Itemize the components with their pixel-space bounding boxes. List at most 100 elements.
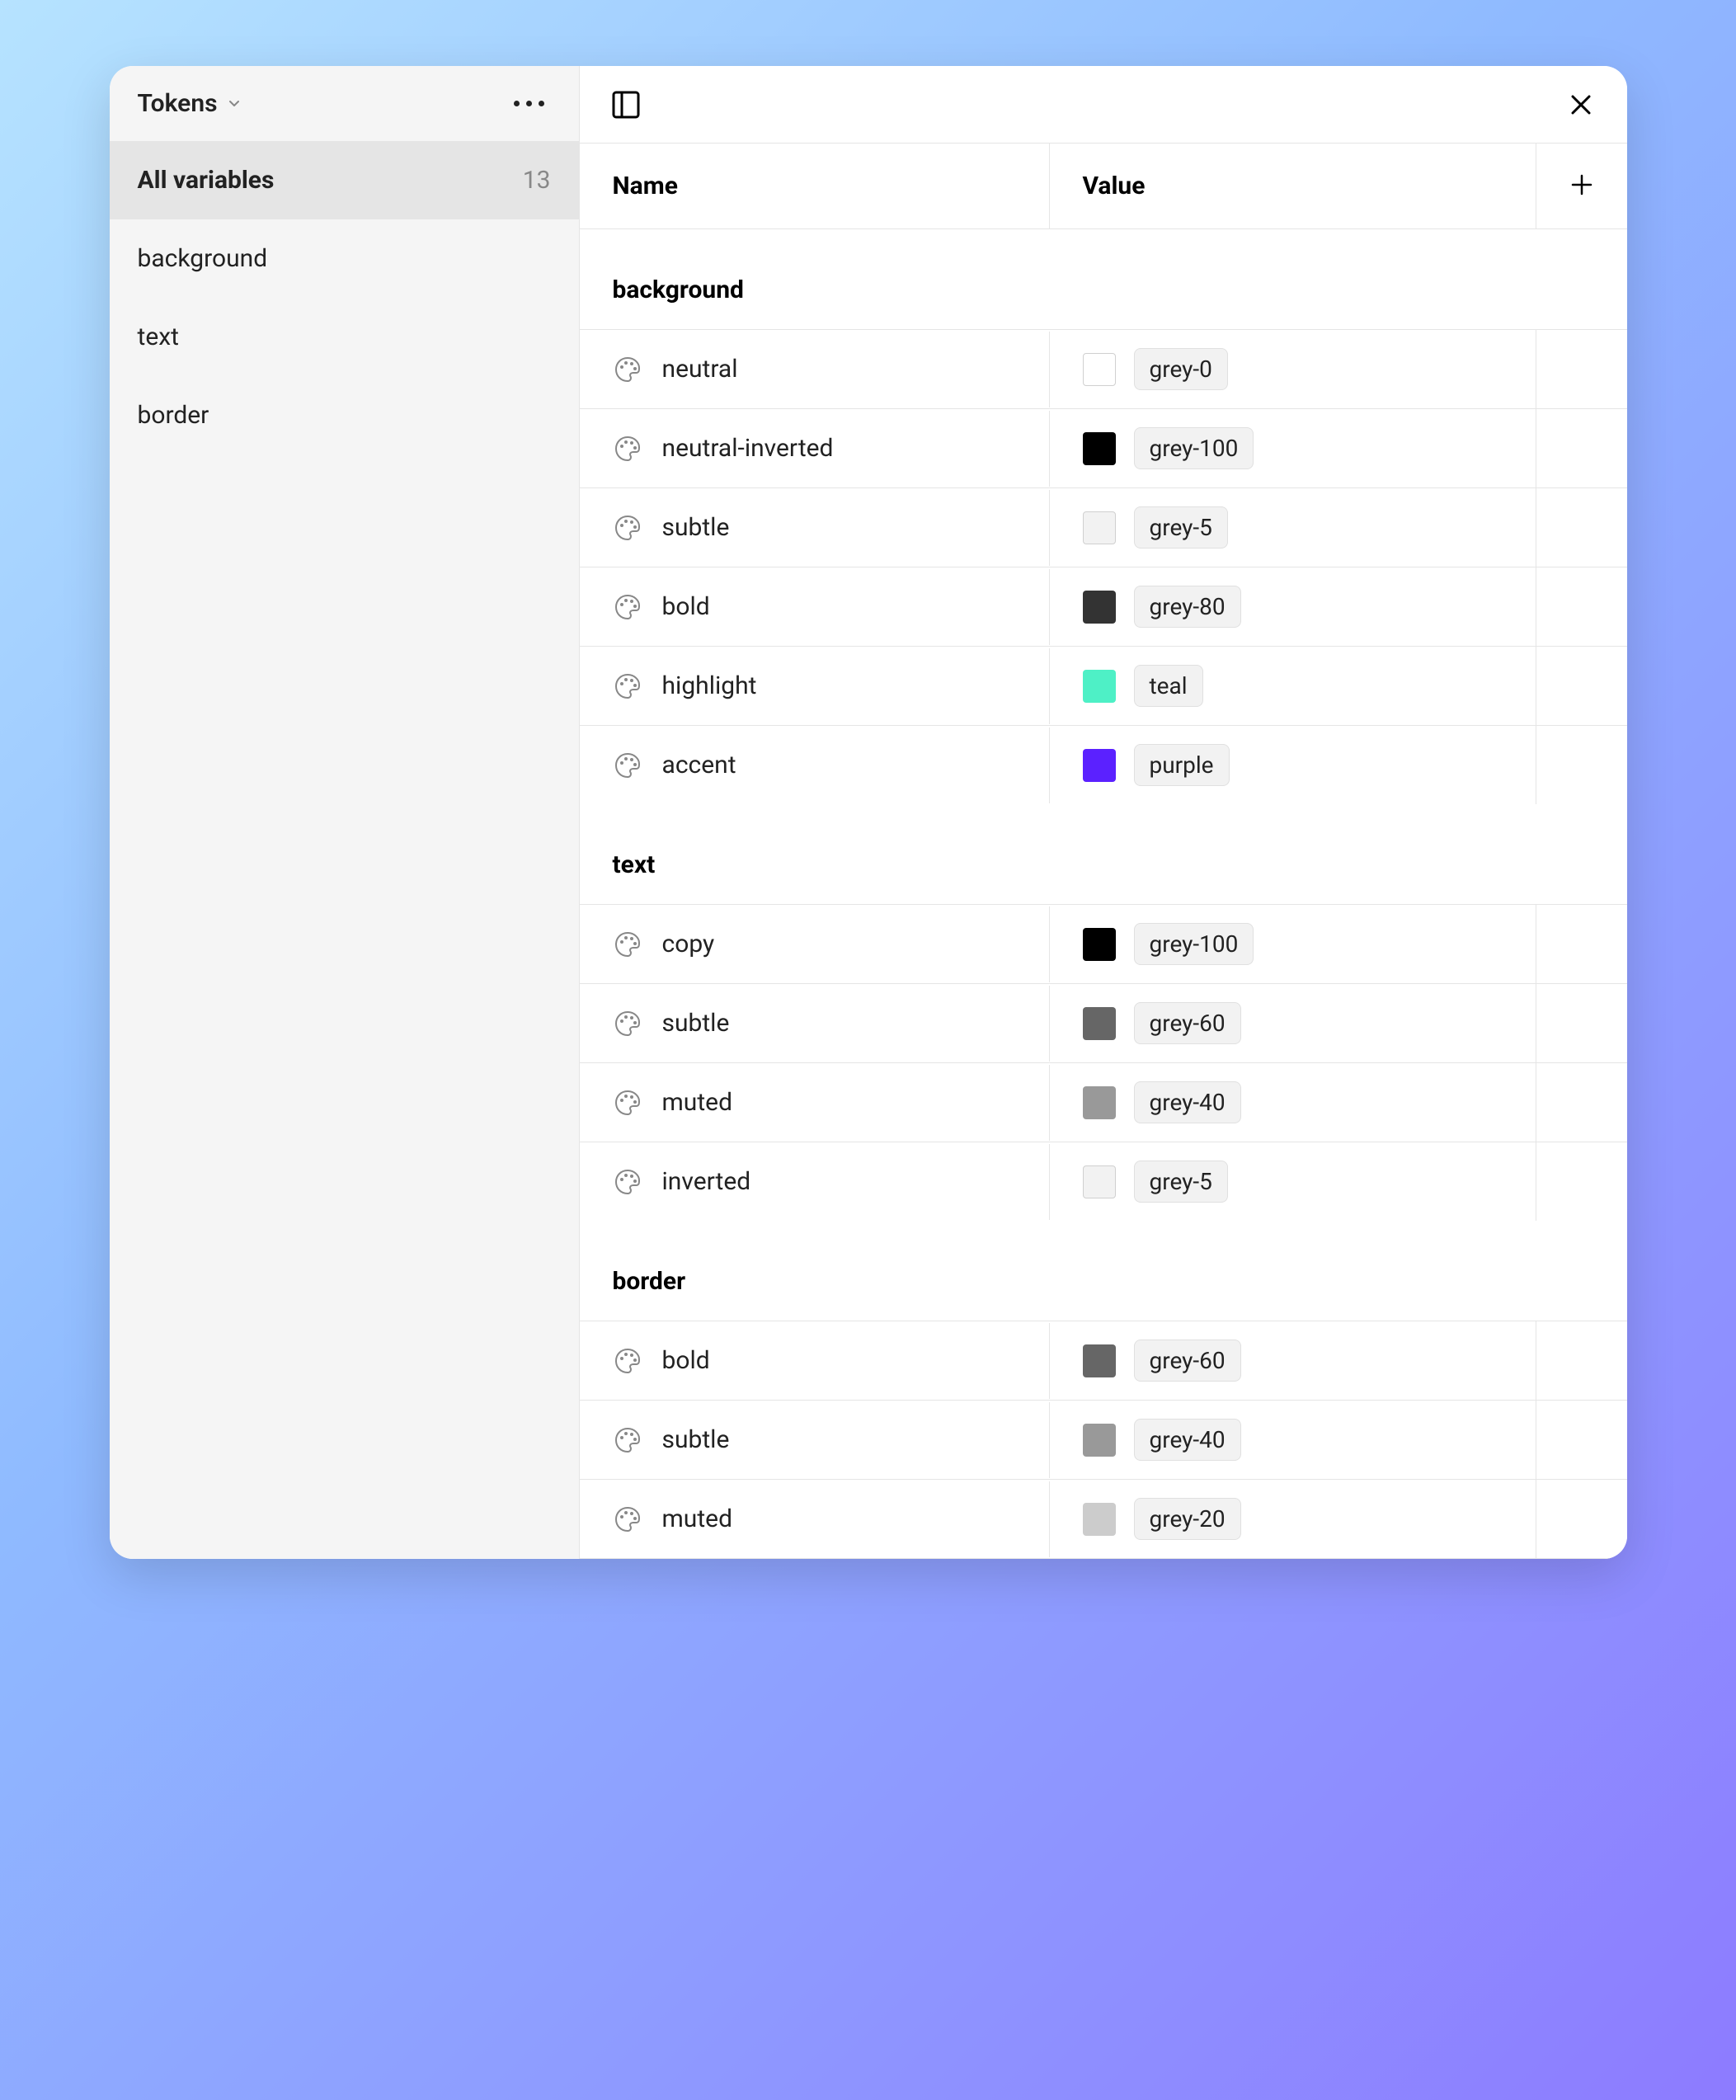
plus-icon: [1569, 185, 1594, 200]
sidebar-categories: background text border: [110, 219, 579, 454]
color-swatch: [1083, 928, 1116, 961]
variable-value-cell[interactable]: teal: [1050, 647, 1536, 725]
variable-row: bold grey-80: [580, 567, 1627, 646]
column-value-header: Value: [1050, 144, 1536, 228]
variable-value-cell[interactable]: grey-60: [1050, 1321, 1536, 1400]
dot-icon: [539, 101, 544, 106]
sidebar-item-label: background: [138, 244, 268, 273]
variable-name-label: copy: [662, 930, 715, 958]
sidebar-layout-icon: [611, 90, 641, 120]
variable-name-cell[interactable]: inverted: [580, 1144, 1050, 1220]
variable-name-cell[interactable]: accent: [580, 727, 1050, 803]
variable-name-cell[interactable]: bold: [580, 1323, 1050, 1399]
palette-icon: [613, 592, 642, 622]
color-swatch: [1083, 511, 1116, 544]
variable-name-cell[interactable]: highlight: [580, 648, 1050, 724]
variable-value-cell[interactable]: purple: [1050, 726, 1536, 804]
sidebar-item-count: 13: [523, 166, 551, 195]
palette-icon: [613, 1088, 642, 1118]
variable-name-cell[interactable]: subtle: [580, 490, 1050, 566]
group-header[interactable]: background: [580, 229, 1627, 329]
variable-name-label: muted: [662, 1088, 733, 1117]
variable-name-cell[interactable]: muted: [580, 1065, 1050, 1141]
variable-name-cell[interactable]: subtle: [580, 986, 1050, 1062]
value-chip: grey-80: [1134, 586, 1241, 628]
group-header[interactable]: text: [580, 804, 1627, 904]
more-options-button[interactable]: [507, 94, 551, 113]
variable-name-label: bold: [662, 1346, 710, 1375]
sidebar-item-category[interactable]: text: [110, 298, 579, 376]
palette-icon: [613, 930, 642, 959]
variable-name-label: subtle: [662, 1425, 730, 1454]
sidebar-item-all-variables[interactable]: All variables 13: [110, 141, 579, 219]
palette-icon: [613, 355, 642, 384]
variable-row: mutedgrey-20: [580, 1479, 1627, 1559]
palette-icon: [613, 671, 642, 701]
close-icon: [1568, 92, 1594, 118]
column-add: [1536, 144, 1627, 228]
value-chip: grey-100: [1134, 923, 1254, 965]
variable-name-cell[interactable]: muted: [580, 1481, 1050, 1557]
chevron-down-icon: [226, 96, 242, 112]
variable-name-label: highlight: [662, 671, 757, 700]
variable-name-cell[interactable]: bold: [580, 569, 1050, 645]
sidebar-item-category[interactable]: background: [110, 219, 579, 298]
toggle-sidebar-button[interactable]: [608, 87, 644, 123]
add-mode-button[interactable]: [1569, 172, 1594, 200]
variable-name-label: inverted: [662, 1167, 751, 1196]
palette-icon: [613, 1425, 642, 1455]
variable-value-cell[interactable]: grey-100: [1050, 905, 1536, 983]
sidebar-item-label: text: [138, 323, 179, 351]
variable-value-cell[interactable]: grey-40: [1050, 1063, 1536, 1142]
main-header: [580, 66, 1627, 144]
main: Name Value backgroundneutralgrey-0neutra…: [580, 66, 1627, 1559]
variable-value-cell[interactable]: grey-20: [1050, 1480, 1536, 1558]
variable-name-cell[interactable]: neutral: [580, 332, 1050, 407]
color-swatch: [1083, 1424, 1116, 1457]
color-swatch: [1083, 432, 1116, 465]
variable-name-cell[interactable]: copy: [580, 906, 1050, 982]
close-button[interactable]: [1563, 87, 1599, 123]
collection-dropdown[interactable]: Tokens: [138, 89, 242, 118]
variable-row: subtle grey-40: [580, 1400, 1627, 1479]
palette-icon: [613, 1346, 642, 1376]
variable-value-cell[interactable]: grey-80: [1050, 567, 1536, 646]
variable-row: subtle grey-5: [580, 487, 1627, 567]
variable-value-cell[interactable]: grey-40: [1050, 1401, 1536, 1479]
value-chip: grey-5: [1134, 506, 1228, 549]
palette-icon: [613, 1009, 642, 1038]
variable-name-label: neutral-inverted: [662, 434, 834, 463]
variable-name-cell[interactable]: neutral-inverted: [580, 411, 1050, 487]
variable-value-cell[interactable]: grey-0: [1050, 330, 1536, 408]
variable-value-cell[interactable]: grey-5: [1050, 1142, 1536, 1221]
collection-title: Tokens: [138, 89, 218, 118]
variable-name-label: neutral: [662, 355, 738, 384]
dot-icon: [514, 101, 520, 106]
variable-value-cell[interactable]: grey-100: [1050, 409, 1536, 487]
variable-row: neutral-inverted grey-100: [580, 408, 1627, 487]
palette-icon: [613, 434, 642, 464]
variable-name-label: accent: [662, 751, 736, 779]
value-chip: grey-60: [1134, 1340, 1241, 1382]
variable-name-cell[interactable]: subtle: [580, 1402, 1050, 1478]
groups-container: background neutral grey-0 neutral-inverted g…: [580, 229, 1627, 1559]
variable-row: subtle grey-60: [580, 983, 1627, 1062]
color-swatch: [1083, 1086, 1116, 1119]
variable-name-label: bold: [662, 592, 710, 621]
variable-value-cell[interactable]: grey-60: [1050, 984, 1536, 1062]
variable-row: neutral grey-0: [580, 329, 1627, 408]
color-swatch: [1083, 1007, 1116, 1040]
variable-row: copy grey-100: [580, 904, 1627, 983]
variable-row: inverted grey-5: [580, 1142, 1627, 1221]
dot-icon: [526, 101, 532, 106]
sidebar-item-category[interactable]: border: [110, 376, 579, 454]
column-name-header: Name: [580, 144, 1050, 228]
sidebar-header: Tokens: [110, 66, 579, 141]
color-swatch: [1083, 670, 1116, 703]
variable-name-label: subtle: [662, 1009, 730, 1038]
group-header[interactable]: border: [580, 1221, 1627, 1321]
variable-value-cell[interactable]: grey-5: [1050, 488, 1536, 567]
palette-icon: [613, 1167, 642, 1197]
value-chip: grey-100: [1134, 427, 1254, 469]
sidebar-item-label: border: [138, 401, 209, 430]
